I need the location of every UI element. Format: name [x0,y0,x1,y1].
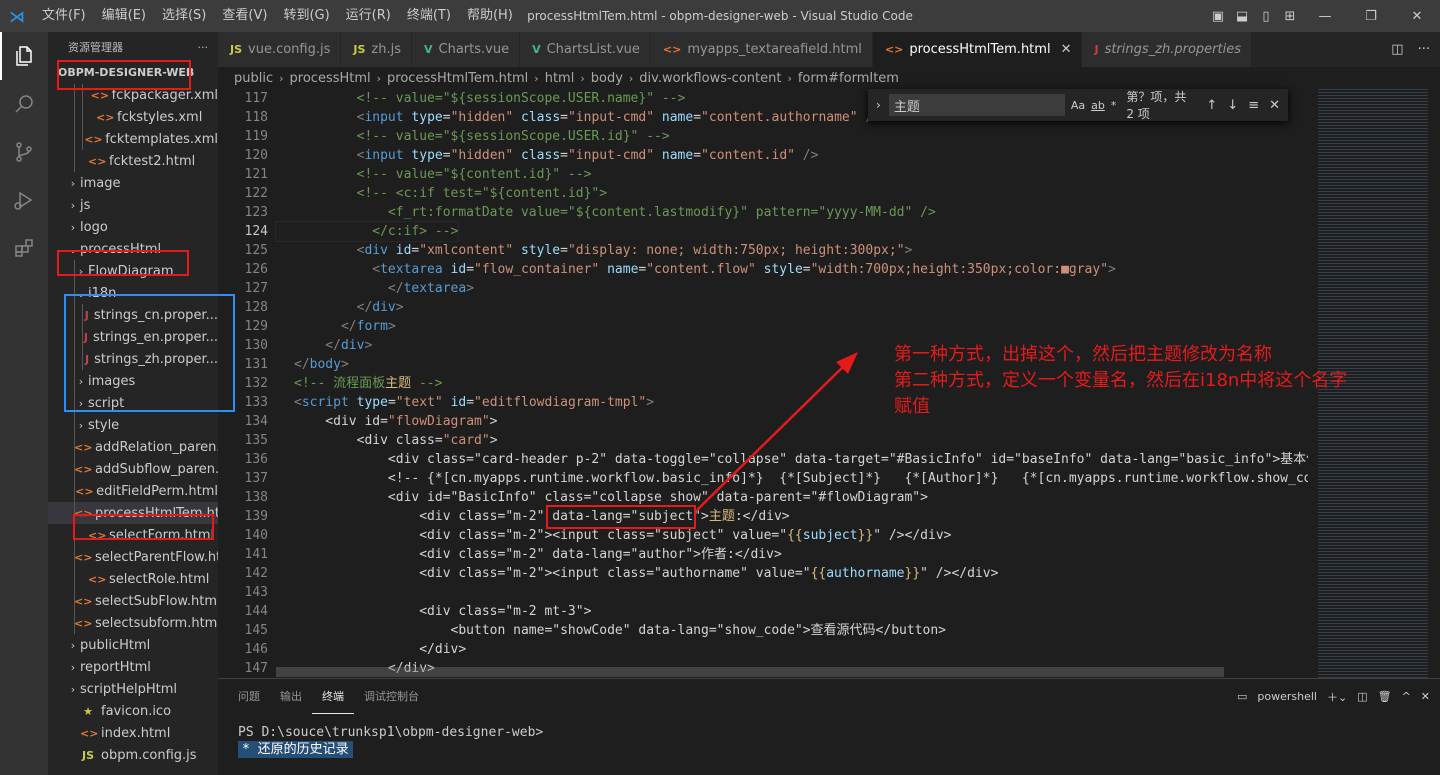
annotation-line-2: 第二种方式，定义一个变量名，然后在i18n中将这个名字 [894,370,1348,391]
annotation-line-3: 赋值 [894,396,930,417]
annotation-line-1: 第一种方式，出掉这个，然后把主题修改为名称 [894,344,1272,365]
annotation-note: 第一种方式，出掉这个，然后把主题修改为名称 第二种方式，定义一个变量名，然后在i… [894,342,1434,420]
